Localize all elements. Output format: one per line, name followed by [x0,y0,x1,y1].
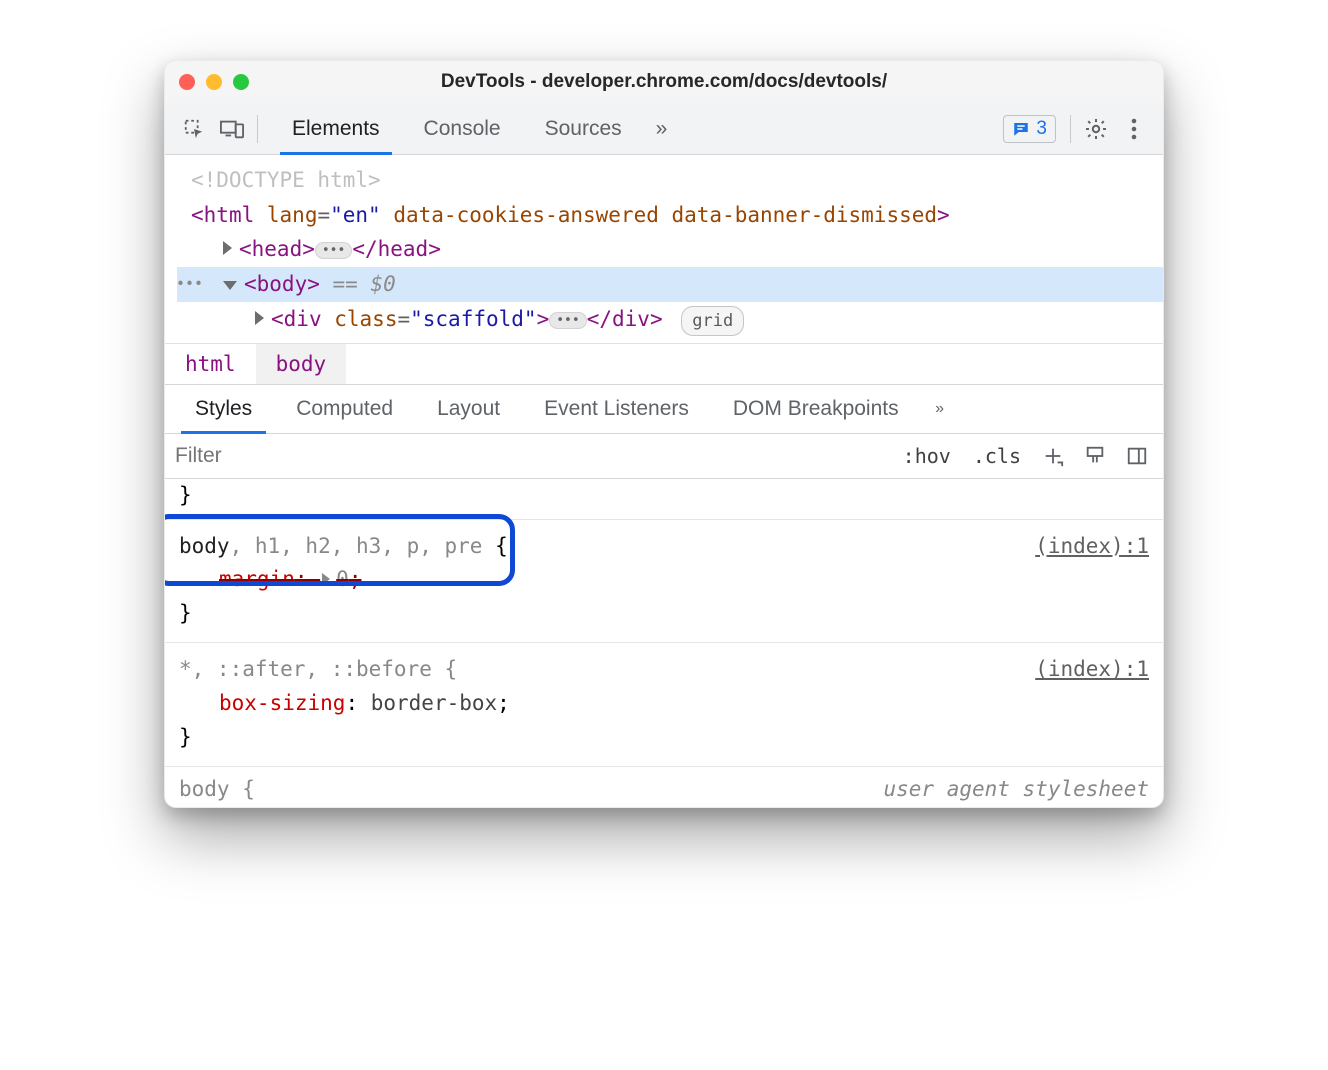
dom-node-body[interactable]: ••• <body> == $0 [177,267,1163,302]
toolbar-separator [257,115,258,143]
device-toolbar-icon[interactable] [213,110,251,148]
expand-arrow-icon[interactable] [223,241,232,255]
dom-node-doctype[interactable]: <!DOCTYPE html> [177,163,1163,198]
more-subtabs-button[interactable]: » [921,400,959,418]
hov-button[interactable]: :hov [897,442,957,470]
toolbar-separator [1070,115,1071,143]
window-title: DevTools - developer.chrome.com/docs/dev… [165,71,1163,93]
dom-node-html[interactable]: <html lang="en" data-cookies-answered da… [177,198,1163,233]
styles-tabbar: Styles Computed Layout Event Listeners D… [165,385,1163,434]
styles-rules: } (index):1 body, h1, h2, h3, p, pre { m… [165,479,1163,807]
issues-count: 3 [1036,118,1047,140]
dom-node-partial[interactable]: <announcement-banner class="cookie-banne… [177,336,1163,343]
subtab-layout[interactable]: Layout [415,385,522,433]
rule-source-link[interactable]: (index):1 [1035,653,1149,687]
subtab-styles[interactable]: Styles [173,385,274,433]
style-rule-body[interactable]: (index):1 body, h1, h2, h3, p, pre { mar… [165,520,1163,644]
zoom-window-button[interactable] [233,74,249,90]
close-window-button[interactable] [179,74,195,90]
kebab-icon [1131,118,1137,140]
rule-source-link[interactable]: (index):1 [1035,530,1149,564]
rule-declaration-box-sizing[interactable]: box-sizing: border-box; [179,687,1149,721]
settings-button[interactable] [1077,110,1115,148]
rule-declaration-margin[interactable]: margin: 0; [179,563,1149,597]
styles-filter-row: :hov .cls [165,434,1163,479]
styles-filter-input[interactable] [175,444,887,468]
style-rule-useragent[interactable]: body { user agent stylesheet [165,767,1163,807]
devtools-window: DevTools - developer.chrome.com/docs/dev… [164,60,1164,808]
ellipsis-icon[interactable]: ••• [549,312,586,329]
crumb-body[interactable]: body [256,344,347,384]
more-tabs-button[interactable]: » [644,103,680,154]
dom-tree[interactable]: <!DOCTYPE html> <html lang="en" data-coo… [165,155,1163,343]
new-style-rule-button[interactable] [1037,440,1069,472]
tab-console[interactable]: Console [402,103,523,154]
brush-icon [1084,445,1106,467]
subtab-dom-breakpoints[interactable]: DOM Breakpoints [711,385,921,433]
subtab-event-listeners[interactable]: Event Listeners [522,385,711,433]
expand-arrow-icon[interactable] [255,311,264,325]
tab-elements[interactable]: Elements [270,103,402,154]
ellipsis-icon[interactable]: ••• [315,242,352,259]
tab-sources[interactable]: Sources [523,103,644,154]
panel-icon [1126,445,1148,467]
inspect-element-icon[interactable] [175,110,213,148]
gear-icon [1084,117,1108,141]
styles-copy-button[interactable] [1079,440,1111,472]
traffic-lights [179,74,249,90]
issues-button[interactable]: 3 [1003,115,1056,143]
subtab-computed[interactable]: Computed [274,385,415,433]
rule-brace-close: } [165,479,1163,520]
computed-sidebar-button[interactable] [1121,440,1153,472]
dom-node-div[interactable]: <div class="scaffold">•••</div> grid [177,302,1163,337]
main-toolbar: Elements Console Sources » 3 [165,103,1163,155]
titlebar: DevTools - developer.chrome.com/docs/dev… [165,61,1163,103]
dom-node-head[interactable]: <head>•••</head> [177,232,1163,267]
rule-brace-close: } [179,597,1149,631]
user-agent-label: user agent stylesheet [883,773,1149,807]
chat-icon [1012,120,1030,138]
kebab-menu-button[interactable] [1115,110,1153,148]
breadcrumb: html body [165,343,1163,385]
rule-selector[interactable]: body, h1, h2, h3, p, pre { [179,530,1149,564]
panel-tabs: Elements Console Sources » [270,103,679,154]
plus-icon [1042,445,1064,467]
rule-brace-close: } [179,721,1149,755]
rule-selector[interactable]: *, ::after, ::before { [179,653,1149,687]
grid-badge[interactable]: grid [681,306,744,336]
collapse-arrow-icon[interactable] [223,281,237,290]
style-rule-universal[interactable]: (index):1 *, ::after, ::before { box-siz… [165,643,1163,767]
minimize-window-button[interactable] [206,74,222,90]
row-menu-icon[interactable]: ••• [176,272,203,297]
expand-arrow-icon[interactable] [322,573,330,585]
cls-button[interactable]: .cls [967,442,1027,470]
crumb-html[interactable]: html [165,344,256,384]
